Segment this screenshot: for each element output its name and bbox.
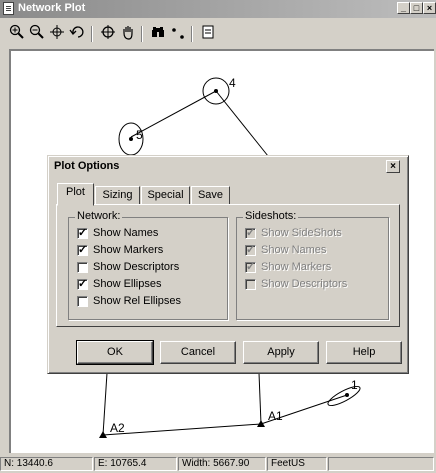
cancel-button[interactable]: Cancel bbox=[160, 341, 236, 364]
zoom-out-icon[interactable] bbox=[27, 24, 47, 44]
point-label: 4 bbox=[229, 76, 236, 90]
network-group: Network: Show Names Show Markers Show De… bbox=[68, 210, 228, 320]
network-line bbox=[130, 90, 217, 138]
plot-tab-panel: Network: Show Names Show Markers Show De… bbox=[56, 204, 400, 327]
checkbox-label: Show Descriptors bbox=[93, 261, 180, 273]
units: FeetUS bbox=[267, 457, 327, 471]
zoom-in-icon[interactable] bbox=[7, 24, 27, 44]
pan-icon[interactable] bbox=[47, 24, 67, 44]
checkbox-label: Show SideShots bbox=[261, 227, 342, 239]
sideshots-group: Sideshots: Show SideShots Show Names Sho… bbox=[236, 210, 389, 320]
toolbar-separator bbox=[91, 26, 93, 42]
tab-sizing[interactable]: Sizing bbox=[95, 186, 140, 205]
checkbox-box[interactable] bbox=[77, 296, 88, 307]
options-icon[interactable] bbox=[198, 24, 218, 44]
network-line bbox=[258, 372, 262, 425]
checkbox-box[interactable] bbox=[77, 277, 88, 290]
window-title: Network Plot bbox=[18, 2, 86, 14]
point-label: 5 bbox=[136, 128, 143, 142]
toolbar-separator bbox=[141, 26, 143, 42]
checkbox-box[interactable] bbox=[77, 226, 88, 239]
undo-zoom-icon[interactable] bbox=[67, 24, 87, 44]
status-bar: N: 13440.6 E: 10765.4 Width: 5667.90 Fee… bbox=[0, 455, 436, 473]
title-bar[interactable]: Network Plot _ □ × bbox=[0, 0, 436, 18]
point-label: A1 bbox=[268, 409, 283, 423]
checkbox-box[interactable] bbox=[77, 243, 88, 256]
find-icon[interactable] bbox=[148, 24, 168, 44]
north-coordinate: N: 13440.6 bbox=[0, 457, 93, 471]
tab-save[interactable]: Save bbox=[191, 186, 230, 205]
checkbox-label: Show Markers bbox=[261, 261, 332, 273]
plot-width: Width: 5667.90 bbox=[178, 457, 266, 471]
checkbox-label: Show Descriptors bbox=[261, 278, 348, 290]
dialog-title: Plot Options bbox=[54, 160, 120, 172]
point-label: A2 bbox=[110, 421, 125, 435]
toolbar-separator bbox=[191, 26, 193, 42]
apply-button[interactable]: Apply bbox=[243, 341, 319, 364]
checkbox-box bbox=[245, 279, 256, 290]
network-plot-window: Network Plot _ □ × 4 5 1 A1 A2 N: 13440.… bbox=[0, 0, 436, 473]
points-icon[interactable] bbox=[168, 24, 188, 44]
status-empty bbox=[328, 457, 434, 471]
point-marker bbox=[345, 393, 349, 397]
checkbox-label: Show Names bbox=[261, 244, 327, 256]
window-doc-icon bbox=[3, 2, 14, 15]
hand-icon[interactable] bbox=[118, 24, 138, 44]
checkbox-label: Show Markers bbox=[93, 244, 164, 256]
checkbox-box bbox=[245, 243, 256, 256]
checkbox-label: Show Names bbox=[93, 227, 159, 239]
minimize-button[interactable]: _ bbox=[397, 2, 410, 14]
dialog-close-button[interactable]: × bbox=[386, 160, 400, 173]
sideshots-group-label: Sideshots: bbox=[243, 210, 299, 222]
checkbox-box bbox=[245, 260, 256, 273]
toolbar bbox=[0, 20, 436, 48]
close-button[interactable]: × bbox=[423, 2, 436, 14]
center-icon[interactable] bbox=[98, 24, 118, 44]
checkbox-box[interactable] bbox=[77, 262, 88, 273]
tab-special[interactable]: Special bbox=[141, 186, 190, 205]
maximize-button[interactable]: □ bbox=[410, 2, 423, 14]
network-line bbox=[102, 372, 108, 436]
help-button[interactable]: Help bbox=[326, 341, 402, 364]
checkbox-label: Show Ellipses bbox=[93, 278, 162, 290]
checkbox-label: Show Rel Ellipses bbox=[93, 295, 182, 307]
dialog-title-bar[interactable]: Plot Options × bbox=[51, 159, 403, 175]
ok-button[interactable]: OK bbox=[76, 340, 154, 365]
point-marker bbox=[214, 89, 218, 93]
tab-plot[interactable]: Plot bbox=[57, 183, 94, 206]
network-line bbox=[102, 423, 262, 436]
checkbox-box bbox=[245, 226, 256, 239]
plot-options-dialog: Plot Options × Plot Sizing Special Save … bbox=[47, 155, 409, 374]
network-group-label: Network: bbox=[75, 210, 123, 222]
point-marker bbox=[129, 137, 133, 141]
east-coordinate: E: 10765.4 bbox=[94, 457, 177, 471]
point-label: 1 bbox=[351, 378, 358, 392]
